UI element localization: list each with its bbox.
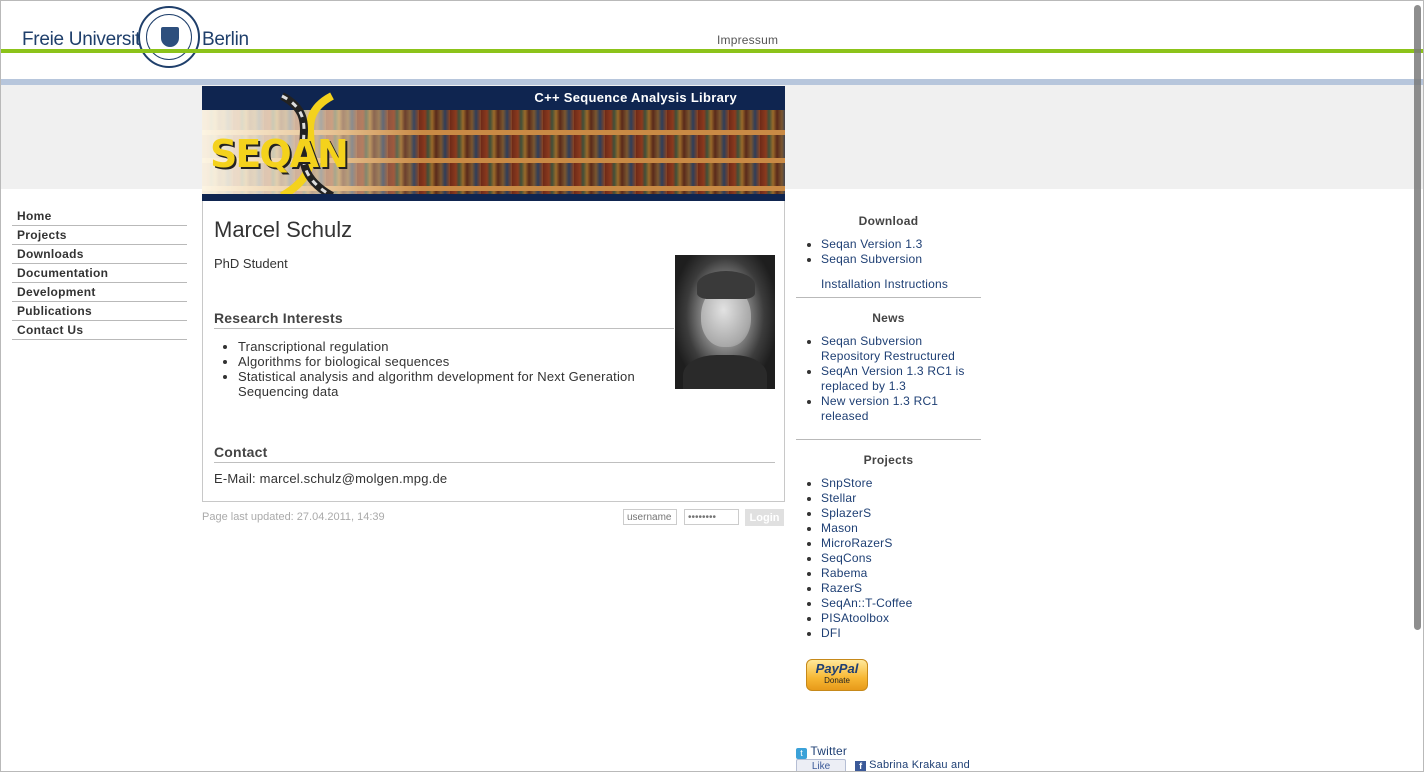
- news-link[interactable]: New version 1.3 RC1 released: [821, 394, 938, 423]
- list-item: SeqCons: [821, 551, 981, 566]
- nav-link[interactable]: Contact Us: [17, 323, 83, 337]
- profile-content: Marcel Schulz PhD Student Research Inter…: [202, 201, 785, 502]
- profile-photo: [675, 255, 775, 389]
- facebook-friends-text: Sabrina Krakau and: [869, 759, 970, 771]
- list-item: Seqan Subversion: [821, 252, 981, 267]
- list-item: SplazerS: [821, 506, 981, 521]
- donate-label: Donate: [824, 676, 850, 685]
- banner-title: C++ Sequence Analysis Library: [534, 90, 737, 105]
- paypal-logo: PayPal: [815, 661, 859, 676]
- nav-item-home[interactable]: Home: [12, 207, 187, 226]
- projects-list: SnpStore Stellar SplazerS Mason MicroRaz…: [796, 476, 981, 641]
- browser-viewport: Freie Universität Berlin Impressum C++ S…: [0, 0, 1424, 772]
- nav-item-publications[interactable]: Publications: [12, 302, 187, 321]
- twitter-icon: t: [796, 748, 807, 759]
- nav-item-documentation[interactable]: Documentation: [12, 264, 187, 283]
- project-link[interactable]: SeqCons: [821, 551, 872, 565]
- news-list: Seqan Subversion Repository Restructured…: [796, 334, 981, 424]
- nav-item-downloads[interactable]: Downloads: [12, 245, 187, 264]
- header-accent-line: [1, 49, 1423, 53]
- nav-link[interactable]: Development: [17, 285, 96, 299]
- nav-link[interactable]: Projects: [17, 228, 67, 242]
- contact-heading: Contact: [214, 444, 268, 460]
- list-item: MicroRazerS: [821, 536, 981, 551]
- project-link[interactable]: DFI: [821, 626, 841, 640]
- list-item: DFI: [821, 626, 981, 641]
- installation-instructions-link[interactable]: Installation Instructions: [821, 277, 948, 291]
- facebook-icon: f: [855, 761, 867, 771]
- university-seal-icon: [138, 6, 200, 68]
- project-link[interactable]: MicroRazerS: [821, 536, 893, 550]
- login-button[interactable]: Login: [745, 509, 784, 526]
- project-link[interactable]: Mason: [821, 521, 858, 535]
- nav-item-development[interactable]: Development: [12, 283, 187, 302]
- list-item: Algorithms for biological sequences: [238, 354, 638, 369]
- last-updated-text: Page last updated: 27.04.2011, 14:39: [202, 511, 385, 523]
- page-title: Marcel Schulz: [214, 217, 353, 242]
- download-heading: Download: [858, 214, 919, 228]
- list-item: Mason: [821, 521, 981, 536]
- list-item: Statistical analysis and algorithm devel…: [238, 369, 638, 399]
- divider: [796, 297, 981, 298]
- facebook-like-button[interactable]: Like: [796, 759, 846, 771]
- project-link[interactable]: Rabema: [821, 566, 868, 580]
- list-item: PISAtoolbox: [821, 611, 981, 626]
- research-interests-heading: Research Interests: [214, 310, 343, 326]
- download-link[interactable]: Seqan Version 1.3: [821, 237, 922, 251]
- download-list: Seqan Version 1.3 Seqan Subversion: [796, 237, 981, 267]
- list-item: Seqan Version 1.3: [821, 237, 981, 252]
- twitter-link[interactable]: Twitter: [810, 744, 847, 758]
- project-link[interactable]: RazerS: [821, 581, 862, 595]
- divider: [214, 462, 775, 463]
- list-item: Seqan Subversion Repository Restructured: [821, 334, 981, 364]
- news-heading: News: [872, 311, 905, 325]
- facebook-like-row: Like f Sabrina Krakau and: [796, 759, 981, 771]
- list-item: SeqAn Version 1.3 RC1 is replaced by 1.3: [821, 364, 981, 394]
- project-link[interactable]: PISAtoolbox: [821, 611, 889, 625]
- nav-item-contact-us[interactable]: Contact Us: [12, 321, 187, 340]
- project-link[interactable]: SeqAn::T-Coffee: [821, 596, 913, 610]
- divider: [796, 439, 981, 440]
- university-name-left: Freie Universität: [22, 29, 156, 50]
- list-item: SeqAn::T-Coffee: [821, 596, 981, 611]
- paypal-donate-button[interactable]: PayPal Donate: [806, 659, 868, 691]
- project-link[interactable]: SnpStore: [821, 476, 873, 490]
- nav-link[interactable]: Documentation: [17, 266, 108, 280]
- nav-link[interactable]: Home: [17, 209, 52, 223]
- download-link[interactable]: Seqan Subversion: [821, 252, 922, 266]
- research-interests-list: Transcriptional regulation Algorithms fo…: [238, 339, 638, 399]
- seqan-banner: C++ Sequence Analysis Library SEQAN: [202, 86, 785, 201]
- list-item: RazerS: [821, 581, 981, 596]
- news-link[interactable]: Seqan Subversion Repository Restructured: [821, 334, 955, 363]
- news-link[interactable]: SeqAn Version 1.3 RC1 is replaced by 1.3: [821, 364, 965, 393]
- nav-link[interactable]: Publications: [17, 304, 92, 318]
- project-link[interactable]: SplazerS: [821, 506, 871, 520]
- divider: [214, 328, 674, 329]
- nav-item-projects[interactable]: Projects: [12, 226, 187, 245]
- project-link[interactable]: Stellar: [821, 491, 856, 505]
- nav-link[interactable]: Downloads: [17, 247, 84, 261]
- vertical-scrollbar[interactable]: [1414, 5, 1421, 630]
- impressum-link[interactable]: Impressum: [717, 33, 778, 47]
- username-input[interactable]: [623, 509, 677, 525]
- twitter-link-row[interactable]: t Twitter: [796, 744, 847, 759]
- list-item: Transcriptional regulation: [238, 339, 638, 354]
- list-item: SnpStore: [821, 476, 981, 491]
- list-item: Rabema: [821, 566, 981, 581]
- list-item: Stellar: [821, 491, 981, 506]
- main-navigation: Home Projects Downloads Documentation De…: [12, 207, 187, 340]
- profile-role: PhD Student: [214, 256, 288, 271]
- projects-heading: Projects: [863, 453, 914, 467]
- facebook-friend-link[interactable]: Sabrina Krakau and: [869, 759, 970, 771]
- university-name-right: Berlin: [202, 29, 249, 50]
- seqan-logo[interactable]: SEQAN: [210, 132, 349, 176]
- password-input[interactable]: [684, 509, 739, 525]
- list-item: New version 1.3 RC1 released: [821, 394, 981, 424]
- contact-email: E-Mail: marcel.schulz@molgen.mpg.de: [214, 471, 448, 486]
